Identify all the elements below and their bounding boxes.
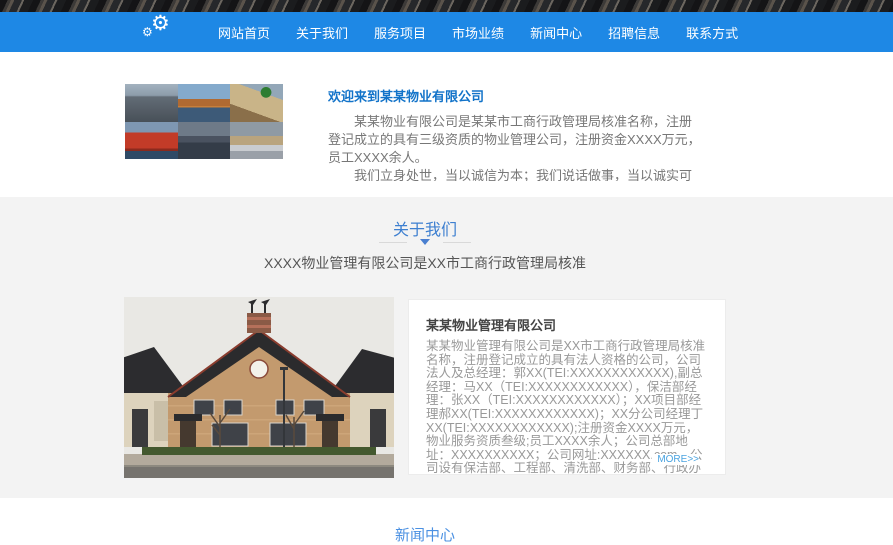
site-logo[interactable]: ⚙ ⚙ — [142, 13, 176, 51]
collage-photo-red-ship — [125, 122, 178, 160]
welcome-text-block: 欢迎来到某某物业有限公司 某某物业有限公司是某某市工商行政管理局核准名称，注册登… — [328, 86, 702, 181]
triangle-down-icon — [420, 239, 430, 245]
welcome-collage-image — [125, 84, 283, 159]
divider-line-left — [379, 242, 407, 243]
welcome-section: 欢迎来到某某物业有限公司 某某物业有限公司是某某市工商行政管理局核准名称，注册登… — [0, 52, 893, 197]
collage-photo-worker — [230, 84, 283, 122]
collage-photo-dock-dusk — [178, 122, 231, 160]
nav-menu: 网站首页 关于我们 服务项目 市场业绩 新闻中心 招聘信息 联系方式 — [218, 12, 738, 52]
nav-item-news[interactable]: 新闻中心 — [530, 23, 582, 42]
main-nav: ⚙ ⚙ 网站首页 关于我们 服务项目 市场业绩 新闻中心 招聘信息 联系方式 — [0, 12, 893, 52]
nav-item-market[interactable]: 市场业绩 — [452, 23, 504, 42]
collage-photo-skyline — [125, 84, 178, 122]
nav-item-home[interactable]: 网站首页 — [218, 23, 270, 42]
collage-photo-installers — [230, 122, 283, 160]
top-banner-image — [0, 0, 893, 12]
section-divider — [0, 239, 850, 245]
news-heading: 新闻中心 — [0, 524, 850, 545]
welcome-paragraph-1: 某某物业有限公司是某某市工商行政管理局核准名称，注册登记成立的具有三级资质的物业… — [328, 113, 702, 167]
company-card-title: 某某物业管理有限公司 — [426, 315, 708, 334]
nav-item-about[interactable]: 关于我们 — [296, 23, 348, 42]
welcome-paragraph-2: 我们立身处世，当以诚信为本；我们说话做事，当以诚实可靠，诚信是我们做人的基本原则… — [328, 167, 702, 181]
gear-icon: ⚙ — [151, 13, 170, 34]
house-photo — [124, 297, 394, 478]
more-link[interactable]: MORE>> — [652, 454, 699, 465]
about-subtitle: XXXX物业管理有限公司是XX市工商行政管理局核准 — [0, 253, 850, 273]
nav-item-recruit[interactable]: 招聘信息 — [608, 23, 660, 42]
news-section: 新闻中心 — [0, 498, 893, 541]
nav-item-services[interactable]: 服务项目 — [374, 23, 426, 42]
gear-small-icon: ⚙ — [142, 26, 153, 38]
company-info-card: 某某物业管理有限公司 某某物业管理有限公司是XX市工商行政管理局核准名称，注册登… — [408, 299, 726, 475]
about-heading: 关于我们 — [0, 216, 850, 240]
welcome-title: 欢迎来到某某物业有限公司 — [328, 86, 702, 105]
about-section: 关于我们 XXXX物业管理有限公司是XX市工商行政管理局核准 — [0, 197, 893, 498]
nav-item-contact[interactable]: 联系方式 — [686, 23, 738, 42]
collage-photo-port-cranes — [178, 84, 231, 122]
divider-line-right — [443, 242, 471, 243]
